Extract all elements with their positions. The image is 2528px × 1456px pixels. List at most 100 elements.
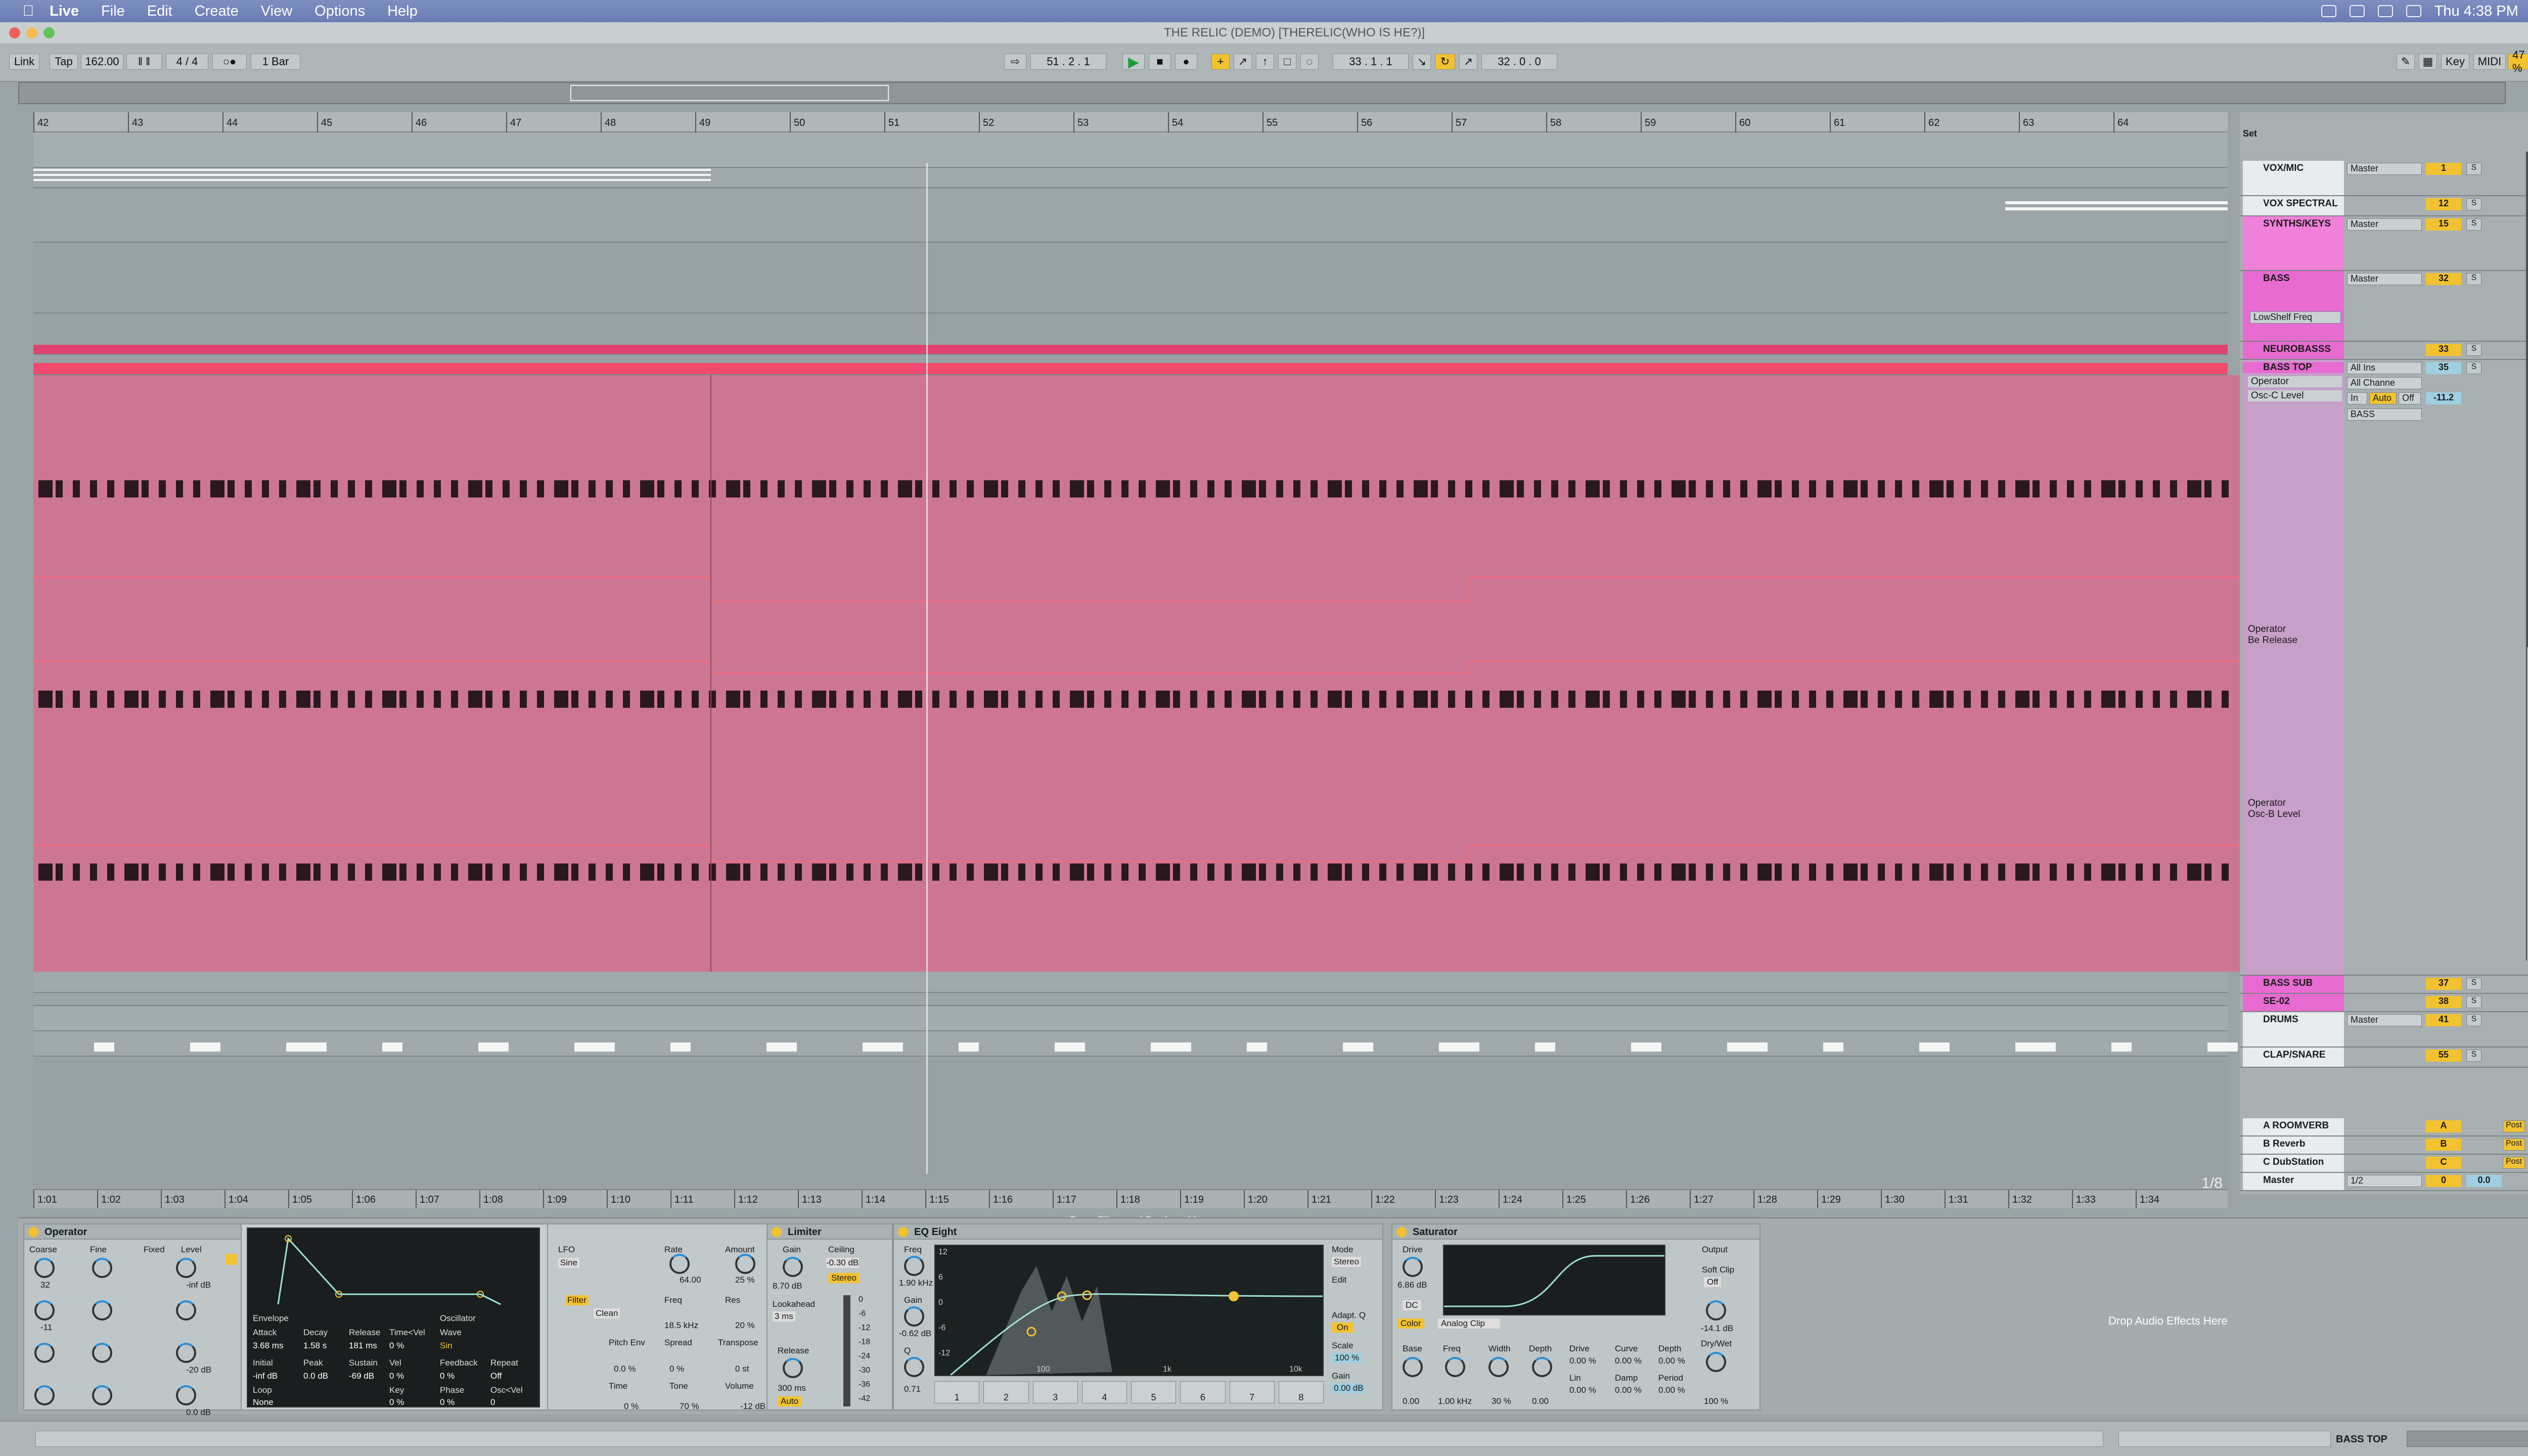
coarse-knob[interactable]	[34, 1343, 55, 1363]
drum-note[interactable]	[1823, 1042, 1843, 1052]
amount-knob[interactable]	[735, 1254, 755, 1274]
nudge-buttons[interactable]: ‖ ‖	[126, 54, 162, 70]
lfo-label[interactable]: LFO	[558, 1245, 575, 1255]
drum-note[interactable]	[1055, 1042, 1085, 1052]
solo-button[interactable]: S	[2466, 362, 2481, 374]
seconds-ruler[interactable]: 1/8 1:01 1:02 1:03 1:04 1:05 1:06 1:07 1:08 1:09…	[33, 1175, 2228, 1208]
draw-mode-button[interactable]: ✎	[2397, 54, 2415, 70]
gain-knob[interactable]	[783, 1257, 803, 1277]
track-volume[interactable]: -11.2	[2426, 392, 2461, 404]
record-button[interactable]: ●	[1175, 54, 1197, 70]
drum-note[interactable]	[190, 1042, 220, 1052]
level-knob[interactable]	[176, 1300, 196, 1321]
track-neurobass[interactable]: NEUROBASSS	[2243, 342, 2344, 359]
track-drums[interactable]: DRUMS	[2243, 1012, 2344, 1046]
play-button[interactable]: ▶	[1122, 54, 1145, 70]
automation-arm-button[interactable]: ↗	[1234, 54, 1252, 70]
output-routing[interactable]: BASS	[2347, 408, 2422, 421]
amount-value[interactable]: 25 %	[735, 1275, 755, 1285]
track-number[interactable]: 33	[2426, 344, 2461, 356]
solo-button[interactable]: S	[2466, 344, 2481, 356]
beat-time-ruler[interactable]: 42 43 44 45 46 47 48 49 50 51 52 53 54 55 56 57 58 59 60 61…	[33, 112, 2228, 132]
eq-band-button[interactable]: 2	[983, 1381, 1029, 1403]
drum-note[interactable]	[2111, 1042, 2132, 1052]
input-channel[interactable]: All Channe	[2347, 377, 2422, 389]
ws-depth-value[interactable]: 0.00 %	[1658, 1356, 1685, 1366]
lane-bass-sub[interactable]	[33, 972, 2228, 993]
overdub-button[interactable]: +	[1211, 54, 1230, 70]
drum-note[interactable]	[2015, 1042, 2056, 1052]
drum-note[interactable]	[1631, 1042, 1661, 1052]
drum-note[interactable]	[959, 1042, 979, 1052]
return-c-dubstation[interactable]: C DubStation	[2243, 1155, 2344, 1172]
level-knob[interactable]	[176, 1385, 196, 1405]
lin-value[interactable]: 0.00 %	[1569, 1385, 1596, 1395]
menu-live[interactable]: Live	[50, 3, 79, 20]
track-number[interactable]: 32	[2426, 273, 2461, 285]
lane-neurobass[interactable]	[33, 345, 2228, 355]
gain-knob[interactable]	[904, 1306, 924, 1327]
track-number[interactable]: 35	[2426, 362, 2461, 374]
width-knob[interactable]	[1488, 1357, 1509, 1377]
horizontal-scrollbar[interactable]	[35, 1431, 2103, 1447]
track-synths-keys[interactable]: SYNTHS/KEYS	[2243, 216, 2344, 270]
capture-button[interactable]: ↑	[1256, 54, 1274, 70]
output-routing[interactable]: Master	[2347, 218, 2422, 231]
track-vox-spectral[interactable]: VOX SPECTRAL	[2243, 196, 2344, 215]
status-icon[interactable]	[2321, 5, 2336, 17]
lane-bass-top-header[interactable]	[33, 363, 2228, 375]
menu-help[interactable]: Help	[387, 3, 418, 20]
computer-keyboard-button[interactable]: ▦	[2419, 54, 2437, 70]
solo-button[interactable]: S	[2466, 996, 2481, 1008]
lookahead-menu[interactable]: 3 ms	[773, 1311, 795, 1322]
coarse-knob[interactable]	[34, 1300, 55, 1321]
level-knob[interactable]	[176, 1258, 196, 1278]
drive-knob[interactable]	[1403, 1257, 1423, 1277]
drum-note[interactable]	[286, 1042, 327, 1052]
base-value[interactable]: 0.00	[1403, 1396, 1419, 1406]
stereo-button[interactable]: Stereo	[828, 1273, 860, 1283]
level-knob[interactable]	[176, 1343, 196, 1363]
fine-knob[interactable]	[92, 1385, 112, 1405]
monitor-off[interactable]: Off	[2399, 392, 2421, 404]
filter-type-menu[interactable]: Clean	[594, 1308, 620, 1318]
drive-value[interactable]: 6.86 dB	[1397, 1280, 1427, 1290]
key-value[interactable]: 0 %	[389, 1397, 404, 1407]
track-bass[interactable]: BASS	[2243, 271, 2344, 341]
fine-knob[interactable]	[92, 1343, 112, 1363]
punch-in-icon[interactable]: ↘	[1413, 54, 1431, 70]
arrangement-view[interactable]: Drop Files and Devices Here	[33, 132, 2243, 1227]
wifi-icon[interactable]	[2349, 5, 2365, 17]
saturator-curve-display[interactable]	[1443, 1245, 1665, 1315]
q-knob[interactable]	[904, 1357, 924, 1377]
eq-band-button[interactable]: 7	[1229, 1381, 1275, 1403]
time-signature-field[interactable]: 4 / 4	[166, 54, 208, 70]
attack-value[interactable]: 3.68 ms	[253, 1341, 283, 1351]
eq-band-button[interactable]: 3	[1032, 1381, 1078, 1403]
timevel-value[interactable]: 0 %	[389, 1341, 404, 1351]
loop-start-field[interactable]: 33 . 1 . 1	[1333, 54, 1409, 70]
volume-value[interactable]: -12 dB	[740, 1401, 765, 1412]
key-map-button[interactable]: Key	[2441, 54, 2469, 70]
depth-value[interactable]: 0.00	[1532, 1396, 1549, 1406]
drum-note[interactable]	[1919, 1042, 1950, 1052]
track-se-02[interactable]: SE-02	[2243, 994, 2344, 1011]
fine-knob[interactable]	[92, 1300, 112, 1321]
depth-knob[interactable]	[1532, 1357, 1552, 1377]
menu-edit[interactable]: Edit	[147, 3, 172, 20]
post-button[interactable]: Post	[2503, 1120, 2525, 1132]
battery-icon[interactable]	[2406, 5, 2421, 17]
solo-button[interactable]: S	[2466, 218, 2481, 231]
release-value[interactable]: 181 ms	[349, 1341, 377, 1351]
freq-knob[interactable]	[1445, 1357, 1465, 1377]
master-number[interactable]: 0	[2426, 1175, 2461, 1187]
loop-length-field[interactable]: 32 . 0 . 0	[1481, 54, 1557, 70]
eq-band-button[interactable]: 6	[1180, 1381, 1226, 1403]
track-bass-top[interactable]: BASS TOP Operator Osc-C Level Operator B…	[2243, 360, 2344, 975]
track-vox-mic[interactable]: VOX/MIC	[2243, 161, 2344, 195]
menu-options[interactable]: Options	[314, 3, 365, 20]
transpose-value[interactable]: 0 st	[735, 1364, 749, 1374]
drum-note[interactable]	[863, 1042, 903, 1052]
phase-value[interactable]: 0 %	[440, 1397, 455, 1407]
close-icon[interactable]	[9, 27, 20, 38]
